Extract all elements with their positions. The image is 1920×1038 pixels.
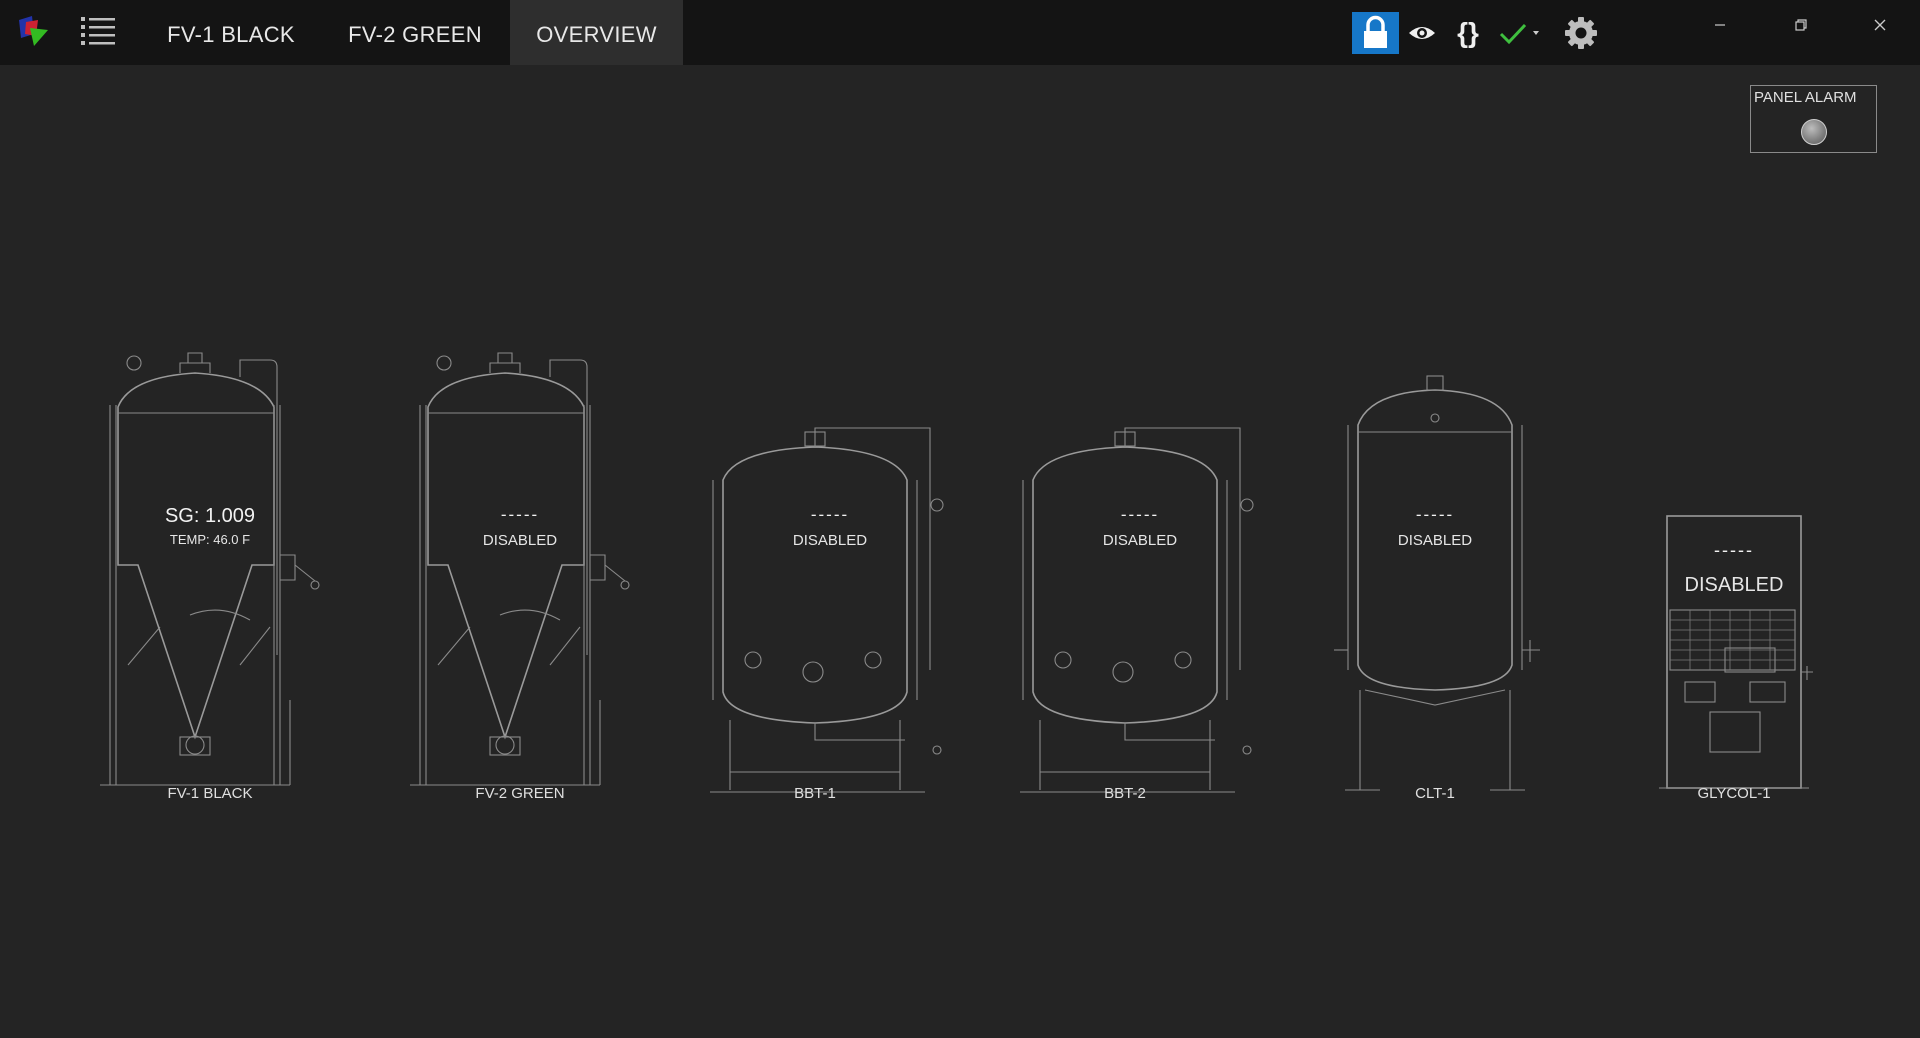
minimize-icon bbox=[1715, 24, 1725, 26]
panel-alarm-indicator: PANEL ALARM bbox=[1750, 85, 1877, 153]
alarm-led-icon bbox=[1801, 119, 1827, 145]
lock-button[interactable] bbox=[1352, 12, 1399, 54]
panel-alarm-label: PANEL ALARM bbox=[1754, 89, 1857, 106]
lock-icon bbox=[1364, 15, 1387, 48]
vessel-secondary-reading: DISABLED bbox=[1397, 532, 1473, 549]
vessel-name-label: FV-1 BLACK bbox=[167, 785, 253, 802]
vessel-primary-reading: ----- bbox=[1120, 505, 1160, 524]
minimize-button[interactable] bbox=[1700, 8, 1740, 42]
vessel-secondary-reading: DISABLED bbox=[482, 532, 558, 549]
vessel-bbt-1[interactable]: ----- DISABLED BBT-1 bbox=[705, 420, 955, 805]
tab-fv-1-black[interactable]: FV-1 BLACK bbox=[150, 0, 312, 65]
vessel-primary-reading: ----- bbox=[500, 505, 540, 524]
tab-label: FV-2 GREEN bbox=[348, 22, 482, 47]
gear-icon bbox=[1565, 17, 1597, 49]
restore-button[interactable] bbox=[1780, 8, 1820, 42]
vessel-primary-reading: ----- bbox=[1714, 540, 1754, 560]
tab-overview[interactable]: OVERVIEW bbox=[510, 0, 683, 65]
close-icon bbox=[1874, 19, 1886, 31]
vessel-primary-reading: ----- bbox=[1415, 505, 1455, 524]
vessel-name-label: BBT-2 bbox=[1104, 785, 1146, 802]
braces-icon: {} bbox=[1457, 17, 1479, 48]
chevron-down-icon bbox=[1533, 31, 1539, 35]
fermenter-drawing-icon bbox=[100, 352, 320, 786]
liquor-tank-drawing-icon bbox=[1334, 375, 1540, 791]
vessel-fv-1-black[interactable]: SG: 1.009 TEMP: 46.0 F FV-1 BLACK bbox=[90, 335, 330, 805]
vessel-secondary-reading: DISABLED bbox=[1684, 574, 1784, 596]
vessel-primary-reading: ----- bbox=[810, 505, 850, 524]
tab-label: FV-1 BLACK bbox=[167, 22, 295, 47]
tab-label: OVERVIEW bbox=[536, 22, 657, 47]
tab-fv-2-green[interactable]: FV-2 GREEN bbox=[335, 0, 495, 65]
close-button[interactable] bbox=[1860, 8, 1900, 42]
brite-tank-drawing-icon bbox=[1020, 427, 1254, 793]
vessel-secondary-reading: DISABLED bbox=[1102, 532, 1178, 549]
vessel-clt-1[interactable]: ----- DISABLED CLT-1 bbox=[1330, 370, 1560, 805]
settings-button[interactable] bbox=[1562, 12, 1600, 54]
app-logo-icon bbox=[16, 14, 50, 48]
restore-icon bbox=[1795, 19, 1807, 31]
vessel-name-label: FV-2 GREEN bbox=[475, 785, 565, 802]
vessel-glycol-1[interactable]: ----- DISABLED GLYCOL-1 bbox=[1655, 512, 1815, 805]
title-bar: FV-1 BLACK FV-2 GREEN OVERVIEW {} bbox=[0, 0, 1920, 65]
check-icon bbox=[1499, 23, 1539, 45]
vessel-fv-2-green[interactable]: ----- DISABLED FV-2 GREEN bbox=[400, 335, 640, 805]
vessel-secondary-reading: TEMP: 46.0 F bbox=[169, 532, 251, 547]
script-braces-button[interactable]: {} bbox=[1450, 12, 1486, 54]
view-button[interactable] bbox=[1406, 12, 1438, 54]
vessel-name-label: GLYCOL-1 bbox=[1697, 785, 1771, 802]
eye-icon bbox=[1409, 27, 1435, 39]
vessel-secondary-reading: DISABLED bbox=[792, 532, 868, 549]
fermenter-drawing-icon bbox=[410, 352, 630, 786]
status-check-button[interactable] bbox=[1496, 12, 1544, 54]
vessel-name-label: BBT-1 bbox=[794, 785, 836, 802]
menu-list-icon[interactable] bbox=[80, 14, 116, 50]
vessel-name-label: CLT-1 bbox=[1415, 785, 1455, 802]
brite-tank-drawing-icon bbox=[710, 427, 944, 793]
vessel-bbt-2[interactable]: ----- DISABLED BBT-2 bbox=[1015, 420, 1265, 805]
vessel-primary-reading: SG: 1.009 bbox=[164, 505, 256, 527]
